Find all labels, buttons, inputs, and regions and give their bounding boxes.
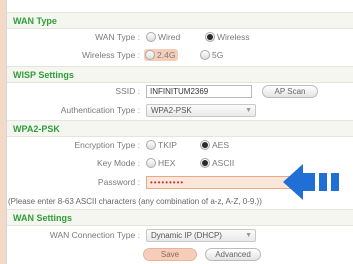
radio-circle-icon <box>146 140 156 150</box>
auth-type-value: WPA2-PSK <box>151 106 192 115</box>
connection-type-value: Dynamic IP (DHCP) <box>151 231 222 240</box>
radio-ascii-label: ASCII <box>212 158 235 168</box>
radio-circle-icon <box>200 50 210 60</box>
row-ssid: SSID : INFINITUM2369 AP Scan <box>7 82 353 101</box>
radio-aes[interactable]: AES <box>200 140 229 150</box>
radio-tkip-label: TKIP <box>158 140 177 150</box>
radio-2-4g[interactable]: 2.4G <box>144 49 179 61</box>
radio-5g[interactable]: 5G <box>200 50 223 60</box>
ssid-label: SSID <box>115 86 136 96</box>
settings-panel: WAN Type WAN Type : Wired Wireless Wirel… <box>6 0 353 264</box>
key-mode-label: Key Mode <box>96 158 136 168</box>
radio-selected-icon <box>200 158 210 168</box>
row-wireless-type: Wireless Type : 2.4G 5G <box>82 49 224 61</box>
connection-type-label: WAN Connection Type <box>49 230 136 240</box>
ap-scan-button[interactable]: AP Scan <box>262 85 318 98</box>
password-label: Password <box>97 177 136 187</box>
radio-hex[interactable]: HEX <box>146 158 175 168</box>
section-wpa2-psk: WPA2-PSK <box>7 120 353 137</box>
radio-selected-icon <box>200 140 210 150</box>
radio-selected-icon <box>205 32 215 42</box>
auth-type-label: Authentication Type <box>60 105 136 115</box>
connection-type-select[interactable]: Dynamic IP (DHCP) ▼ <box>146 229 256 242</box>
radio-circle-icon <box>146 32 156 42</box>
row-encryption: Encryption Type : TKIP AES <box>74 140 230 150</box>
radio-wired[interactable]: Wired <box>146 32 180 42</box>
radio-5g-label: 5G <box>212 50 224 60</box>
select-arrow-icon: ▼ <box>245 107 252 114</box>
radio-ascii[interactable]: ASCII <box>200 158 234 168</box>
password-input[interactable]: ••••••••• <box>146 176 292 189</box>
wireless-type-label: Wireless Type <box>82 50 136 60</box>
radio-aes-label: AES <box>212 140 230 150</box>
password-hint: (Please enter 8-63 ASCII characters (any… <box>8 197 262 206</box>
select-arrow-icon: ▼ <box>245 232 252 239</box>
wan-type-label: WAN Type <box>95 32 136 42</box>
radio-circle-icon <box>146 158 156 168</box>
radio-2-4g-label: 2.4G <box>157 50 176 60</box>
row-wan-type: WAN Type : Wired Wireless <box>95 32 250 42</box>
radio-tkip[interactable]: TKIP <box>146 140 177 150</box>
section-wan-type: WAN Type <box>7 12 353 29</box>
radio-wireless[interactable]: Wireless <box>205 32 250 42</box>
save-button[interactable]: Save <box>143 248 197 261</box>
encryption-label: Encryption Type <box>74 140 136 150</box>
row-auth-type: Authentication Type : WPA2-PSK ▼ <box>7 101 353 120</box>
radio-circle-icon <box>145 50 155 60</box>
blue-arrow-icon <box>283 164 339 200</box>
ssid-input[interactable]: INFINITUM2369 <box>146 85 252 98</box>
radio-hex-label: HEX <box>158 158 176 168</box>
section-wisp: WISP Settings <box>7 66 353 83</box>
advanced-button[interactable]: Advanced <box>205 248 261 261</box>
auth-type-select[interactable]: WPA2-PSK ▼ <box>146 104 256 117</box>
radio-wired-label: Wired <box>158 32 181 42</box>
row-connection-type: WAN Connection Type : Dynamic IP (DHCP) ▼ <box>7 226 353 245</box>
section-wan-settings: WAN Settings <box>7 209 353 226</box>
radio-wireless-label: Wireless <box>217 32 250 42</box>
